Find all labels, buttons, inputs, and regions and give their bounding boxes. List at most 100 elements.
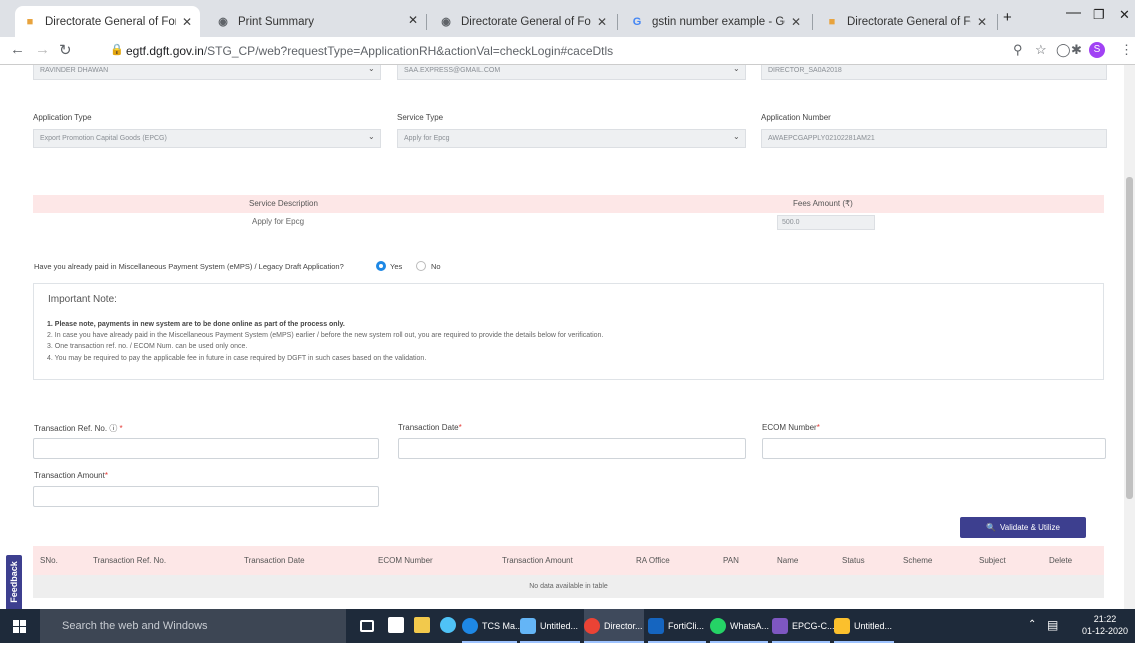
taskbar-app-epcg[interactable]: EPCG-C... [772,609,835,643]
close-tab-icon[interactable]: ✕ [182,15,192,29]
menu-dots-icon[interactable]: ⋮ [1120,42,1133,58]
transaction-date-input[interactable] [398,438,746,459]
fees-amount-header: Fees Amount (₹) [793,199,853,208]
close-tab-icon[interactable]: ✕ [408,13,418,27]
url-field[interactable]: egtf.dgft.gov.in/STG_CP/web?requestType=… [126,44,613,58]
col-ecom-number[interactable]: ECOM Number [378,556,433,565]
document-icon [772,618,788,634]
bookmark-star-icon[interactable]: ☆ [1035,42,1047,58]
col-transaction-date[interactable]: Transaction Date [244,556,305,565]
chevron-down-icon: ⌄ [368,132,375,141]
service-type-select[interactable]: Apply for Epcg [397,129,746,148]
application-type-select[interactable]: Export Promotion Capital Goods (EPCG) [33,129,381,148]
col-delete[interactable]: Delete [1049,556,1072,565]
store-icon[interactable] [388,617,404,633]
tab-dgft-2[interactable]: ◉ Directorate General of Foreign ✕ [431,6,615,37]
tab-title: gstin number example - Googl [652,15,785,28]
scrollbar-thumb[interactable] [1126,177,1133,499]
app-icon[interactable] [440,617,456,633]
taskbar-app-forticlient[interactable]: FortiCli... [648,609,706,643]
important-note-box: Important Note: 1. Please note, payments… [33,283,1104,380]
taskbar-app-untitled-2[interactable]: Untitled... [834,609,894,643]
transaction-date-label: Transaction Date* [398,423,462,432]
close-tab-icon[interactable]: ✕ [597,15,607,29]
file-explorer-icon[interactable] [414,617,430,633]
taskbar-app-untitled-1[interactable]: Untitled... [520,609,580,643]
col-name[interactable]: Name [777,556,798,565]
profile-avatar[interactable]: S [1089,42,1105,58]
application-number-label: Application Number [761,113,831,122]
emps-question: Have you already paid in Miscellaneous P… [34,262,344,271]
col-status[interactable]: Status [842,556,865,565]
globe-favicon-icon: ◉ [441,16,451,28]
email-field[interactable]: SAA.EXPRESS@GMAIL.COM [397,65,746,80]
info-icon[interactable]: ⓘ [109,424,117,433]
back-arrow-icon[interactable]: ← [10,41,25,58]
col-sno[interactable]: SNo. [40,556,58,565]
address-bar: ← → ↻ 🔒 egtf.dgft.gov.in/STG_CP/web?requ… [0,37,1135,65]
col-pan[interactable]: PAN [723,556,739,565]
clock-date: 01-12-2020 [1081,626,1129,636]
validate-utilize-button[interactable]: 🔍 Validate & Utilize [960,517,1086,538]
task-view-icon[interactable] [360,620,374,632]
taskbar-app-director[interactable]: Director... [584,609,644,643]
minimize-icon[interactable]: — [1066,4,1081,21]
extension-circle-icon[interactable]: ◯ [1056,42,1071,58]
applicant-name-field[interactable]: RAVINDER DHAWAN [33,65,381,80]
user-id-field[interactable]: DIRECTOR_SA0A2018 [761,65,1107,80]
windows-logo-icon [13,620,26,633]
col-ra-office[interactable]: RA Office [636,556,670,565]
new-tab-button[interactable]: + [1003,9,1012,26]
tab-dgft-3[interactable]: ■ Directorate General of Foreign ✕ [817,6,995,37]
app-label: Untitled... [540,621,579,631]
start-button[interactable] [0,609,40,643]
reload-icon[interactable]: ↻ [59,41,72,59]
col-scheme[interactable]: Scheme [903,556,932,565]
tab-separator [997,14,998,30]
radio-dot [379,264,383,268]
taskbar-clock[interactable]: 21:22 01-12-2020 [1078,613,1132,637]
chevron-down-icon: ⌄ [368,65,375,73]
note-line-2: 2. In case you have already paid in the … [47,332,604,339]
note-line-3: 3. One transaction ref. no. / ECOM Num. … [47,343,248,350]
notification-icon[interactable]: ▤ [1047,618,1058,632]
tab-dgft-1[interactable]: ■ Directorate General of Foreign ✕ [15,6,200,37]
transaction-amount-input[interactable] [33,486,379,507]
page-content: RAVINDER DHAWAN ⌄ SAA.EXPRESS@GMAIL.COM … [0,65,1135,609]
show-hidden-icons-chevron-icon[interactable]: ⌃ [1028,619,1036,630]
ecom-number-label: ECOM Number* [762,423,820,432]
edge-icon [462,618,478,634]
paint-icon [520,618,536,634]
tab-title: Directorate General of Foreign [461,15,591,28]
tab-print-summary[interactable]: ◉ Print Summary [208,6,408,37]
ecom-number-input[interactable] [762,438,1106,459]
chrome-icon [584,618,600,634]
required-mark: * [458,423,462,432]
service-type-label: Service Type [397,113,444,122]
taskbar-search[interactable]: Search the web and Windows [40,609,346,643]
col-transaction-ref[interactable]: Transaction Ref. No. [93,556,166,565]
col-subject[interactable]: Subject [979,556,1006,565]
radio-no[interactable] [416,261,426,271]
tab-title: Directorate General of Foreign [847,15,971,28]
zoom-icon[interactable]: ⚲ [1013,42,1023,58]
lock-icon[interactable]: 🔒 [110,43,124,56]
feedback-tab[interactable]: Feedback [6,555,22,609]
close-tab-icon[interactable]: ✕ [791,15,801,29]
feedback-label: Feedback [9,561,19,603]
tab-google-search[interactable]: G gstin number example - Googl ✕ [622,6,809,37]
restore-icon[interactable]: ❐ [1093,7,1105,23]
close-window-icon[interactable]: ✕ [1119,7,1130,23]
col-transaction-amount[interactable]: Transaction Amount [502,556,573,565]
close-tab-icon[interactable]: ✕ [977,15,987,29]
radio-no-label: No [431,262,441,271]
transaction-ref-input[interactable] [33,438,379,459]
label-text: Transaction Date [398,423,459,432]
radio-yes[interactable] [376,261,386,271]
taskbar-app-tcs[interactable]: TCS Ma... [462,609,523,643]
extensions-puzzle-icon[interactable]: ✱ [1071,42,1082,58]
app-label: Director... [604,621,643,631]
taskbar-app-whatsapp[interactable]: WhatsA... [710,609,769,643]
required-mark: * [104,471,108,480]
forward-arrow-icon[interactable]: → [35,41,50,58]
